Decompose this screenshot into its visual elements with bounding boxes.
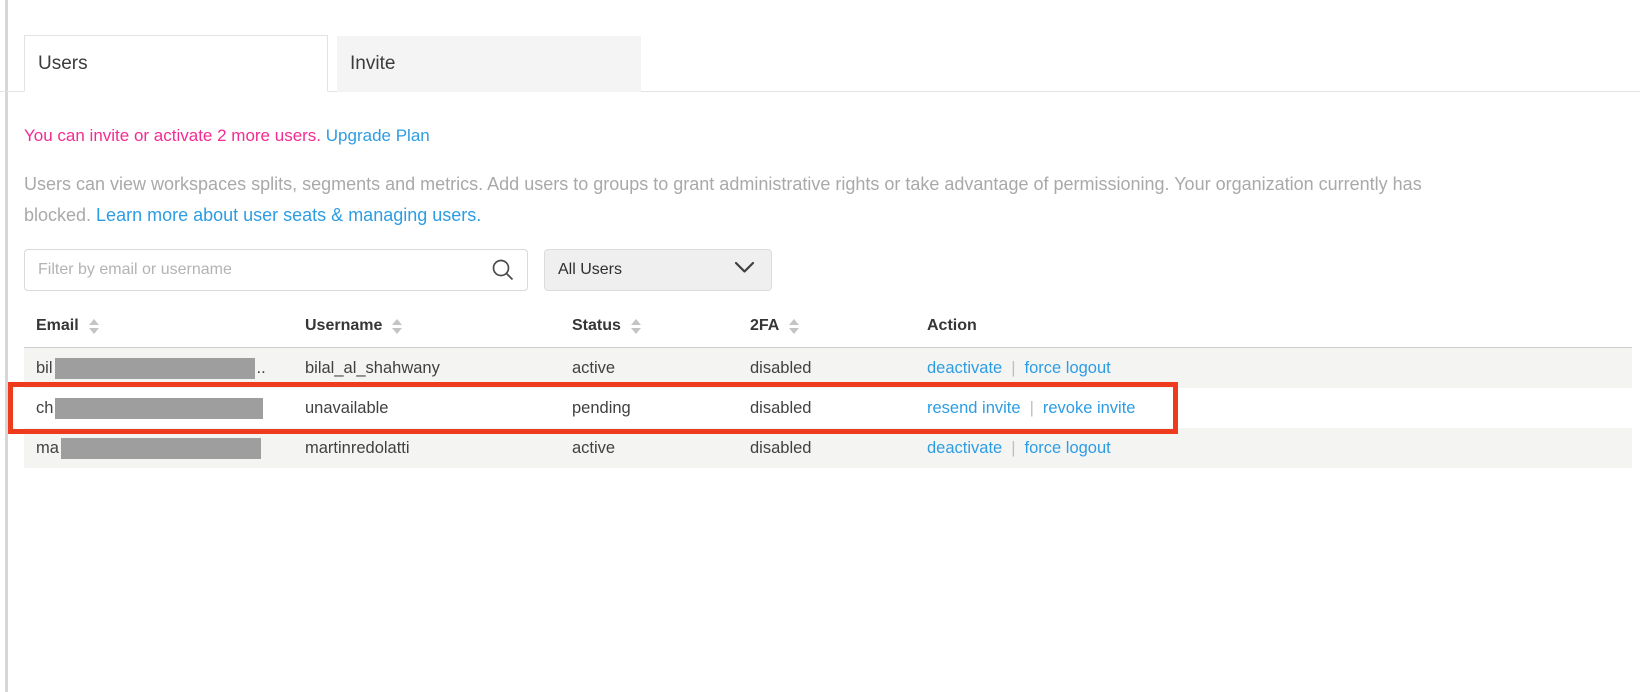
status-cell: active [560,439,738,458]
column-header-label: Username [305,317,382,335]
force-logout-link[interactable]: force logout [1025,439,1111,458]
action-cell: deactivate | force logout [915,359,1632,378]
action-cell: deactivate | force logout [915,439,1632,458]
seat-notice-text: You can invite or activate 2 more users. [24,126,321,145]
email-cell: ch [24,398,293,419]
action-separator: | [1011,359,1015,378]
description-line2: blocked. Learn more about user seats & m… [24,200,1640,231]
filter-toolbar: All Users [24,249,1640,291]
deactivate-link[interactable]: deactivate [927,359,1002,378]
column-header-status[interactable]: Status [560,317,738,335]
magnifier-icon[interactable] [490,257,516,288]
email-suffix: .. [257,359,266,378]
status-cell: active [560,359,738,378]
filter-search [24,249,528,291]
filter-search-input[interactable] [24,249,528,291]
username-cell: unavailable [293,399,560,418]
email-cell: ma [24,438,293,459]
description-line1: Users can view workspaces splits, segmen… [24,169,1640,200]
table-row: bil .. bilal_al_shahwany active disabled… [24,348,1632,388]
description-line2-text: blocked. [24,205,96,225]
table-header-row: Email Username Status 2FA Action [24,305,1632,347]
resend-invite-link[interactable]: resend invite [927,399,1021,418]
tab-users[interactable]: Users [24,35,328,92]
column-header-label: Action [927,317,977,335]
tab-invite[interactable]: Invite [337,36,641,92]
table-row: ch unavailable pending disabled resend i… [24,388,1632,428]
page-left-edge [5,0,8,692]
user-filter-dropdown-value: All Users [558,261,622,279]
sort-icon [89,319,99,334]
chevron-down-icon [734,261,755,279]
tab-bar: UsersInvite [24,35,1640,92]
column-header-username[interactable]: Username [293,317,560,335]
action-separator: | [1011,439,1015,458]
revoke-invite-link[interactable]: revoke invite [1043,399,1136,418]
column-header-label: 2FA [750,317,779,335]
column-header-label: Email [36,317,79,335]
username-cell: martinredolatti [293,439,560,458]
email-prefix: bil [36,359,53,378]
email-prefix: ch [36,399,53,418]
twofa-cell: disabled [738,439,915,458]
sort-icon [789,319,799,334]
username-cell: bilal_al_shahwany [293,359,560,378]
upgrade-plan-link[interactable]: Upgrade Plan [326,126,430,145]
users-description: Users can view workspaces splits, segmen… [24,169,1640,231]
redaction-box [55,358,255,379]
seat-notice: You can invite or activate 2 more users.… [24,126,1640,146]
column-header-2fa[interactable]: 2FA [738,317,915,335]
action-cell: resend invite | revoke invite [915,399,1632,418]
sort-icon [631,319,641,334]
redaction-box [61,438,261,459]
learn-more-link[interactable]: Learn more about user seats & managing u… [96,205,481,225]
force-logout-link[interactable]: force logout [1025,359,1111,378]
twofa-cell: disabled [738,359,915,378]
status-cell: pending [560,399,738,418]
email-cell: bil .. [24,358,293,379]
deactivate-link[interactable]: deactivate [927,439,1002,458]
email-prefix: ma [36,439,59,458]
user-filter-dropdown[interactable]: All Users [544,249,772,291]
twofa-cell: disabled [738,399,915,418]
column-header-label: Status [572,317,621,335]
redaction-box [55,398,263,419]
action-separator: | [1030,399,1034,418]
table-row: ma martinredolatti active disabled deact… [24,428,1632,468]
column-header-action: Action [915,317,1632,335]
sort-icon [392,319,402,334]
users-table: Email Username Status 2FA Action bil .. … [24,305,1632,468]
column-header-email[interactable]: Email [24,317,293,335]
